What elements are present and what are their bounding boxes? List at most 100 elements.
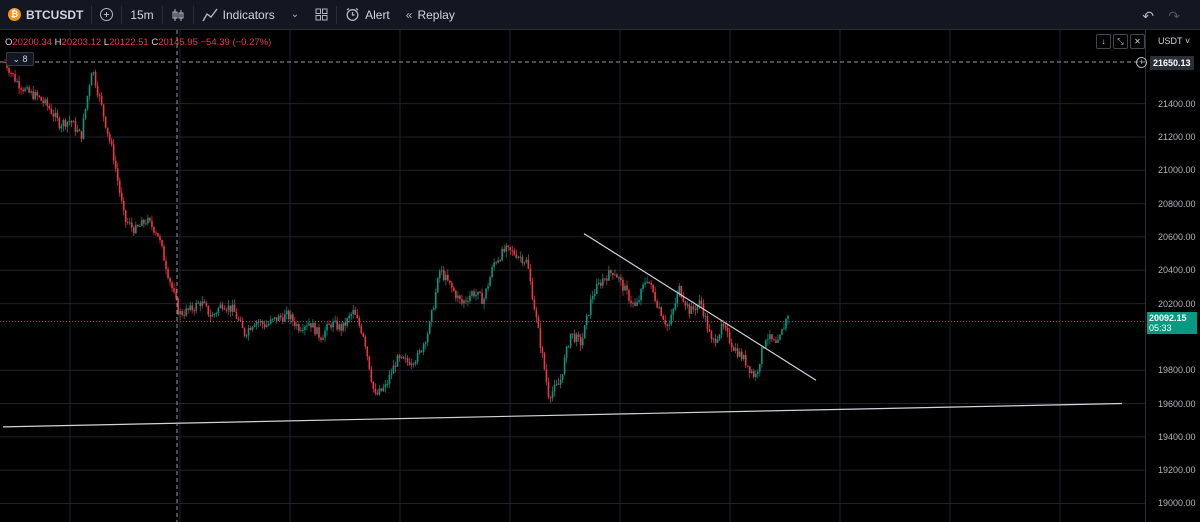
candle-body xyxy=(102,104,105,117)
candle-body xyxy=(344,322,346,326)
candle-body xyxy=(24,88,26,92)
alert-button[interactable]: Alert xyxy=(337,0,398,30)
undo-icon[interactable]: ↶ xyxy=(1142,8,1154,25)
candle-body xyxy=(606,278,608,281)
candle-body xyxy=(575,334,578,342)
candle-body xyxy=(348,315,350,319)
add-circle-icon xyxy=(100,8,114,21)
candle-body xyxy=(151,220,153,228)
compress-icon[interactable]: ⤡ xyxy=(1113,34,1128,49)
candle-body xyxy=(767,339,769,341)
candle-body xyxy=(646,281,648,283)
candle-body xyxy=(90,73,93,86)
interval-label: 15m xyxy=(130,7,154,22)
candle-body xyxy=(754,373,757,377)
candle-body xyxy=(277,315,280,321)
candle-body xyxy=(179,310,181,315)
candle-body xyxy=(420,350,423,352)
candle-body xyxy=(455,290,457,299)
candle-body xyxy=(96,85,99,96)
candle-body xyxy=(636,302,638,306)
interval-button[interactable]: 15m xyxy=(122,0,161,30)
indicators-button[interactable]: Indicators xyxy=(194,0,283,30)
layout-button[interactable] xyxy=(307,0,336,30)
price-chart[interactable] xyxy=(0,30,1145,522)
candle-body xyxy=(34,92,36,100)
candle-body xyxy=(515,254,518,258)
candle-body xyxy=(771,334,773,340)
candle-body xyxy=(193,310,196,312)
chart-type-button[interactable] xyxy=(163,0,193,30)
candle-body xyxy=(205,303,208,306)
candle-body xyxy=(56,112,59,119)
candle-body xyxy=(567,346,570,348)
candle-body xyxy=(628,290,630,301)
candle-body xyxy=(521,256,524,264)
candle-body xyxy=(545,369,548,382)
candle-body xyxy=(364,336,367,347)
currency-unit[interactable]: USDT ˅ xyxy=(1158,36,1190,46)
candle-body xyxy=(370,369,373,382)
templates-dropdown[interactable]: ⌄ xyxy=(283,0,307,30)
candle-body xyxy=(231,304,234,312)
candle-body xyxy=(688,304,691,314)
plus-icon[interactable]: + xyxy=(1136,57,1147,68)
candle-body xyxy=(612,272,614,276)
candle-body xyxy=(104,116,107,128)
chevron-down-icon: ⌄ xyxy=(290,9,300,20)
candle-body xyxy=(185,308,187,316)
candle-body xyxy=(92,72,95,74)
candle-body xyxy=(330,324,332,328)
symbol-search[interactable]: ₿ BTCUSDT xyxy=(0,0,91,30)
candle-body xyxy=(638,300,640,303)
candle-body xyxy=(316,327,318,335)
candle-body xyxy=(537,317,540,329)
candle-body xyxy=(714,338,717,343)
candle-body xyxy=(233,304,236,312)
candle-body xyxy=(197,302,200,304)
candle-body xyxy=(610,270,612,273)
candle-body xyxy=(145,223,147,225)
candle-body xyxy=(557,383,560,385)
candle-body xyxy=(207,305,210,315)
candle-body xyxy=(428,321,431,334)
candle-body xyxy=(368,356,371,370)
candle-body xyxy=(177,298,179,315)
candle-body xyxy=(644,282,646,285)
candle-body xyxy=(306,325,308,327)
replay-button[interactable]: « Replay xyxy=(398,0,463,30)
candle-body xyxy=(386,383,389,385)
candle-body xyxy=(469,295,471,301)
candle-body xyxy=(602,278,604,286)
candle-body xyxy=(769,334,771,340)
candle-body xyxy=(215,313,218,315)
candle-body xyxy=(642,284,644,290)
candle-body xyxy=(650,283,652,285)
candle-body xyxy=(656,301,658,308)
candle-body xyxy=(443,270,445,281)
download-icon[interactable]: ↓ xyxy=(1096,34,1111,49)
redo-icon[interactable]: ↷ xyxy=(1168,8,1180,25)
candle-body xyxy=(471,291,473,296)
candle-body xyxy=(267,323,270,326)
candle-body xyxy=(189,305,191,310)
candle-body xyxy=(372,381,375,389)
candle-body xyxy=(163,246,165,261)
candle-body xyxy=(624,285,626,291)
candle-body xyxy=(467,300,469,302)
compare-button[interactable] xyxy=(92,0,121,30)
close-icon[interactable]: ✕ xyxy=(1130,34,1145,49)
candle-body xyxy=(141,219,143,226)
candle-body xyxy=(561,374,564,380)
candle-body xyxy=(253,324,256,327)
indicators-collapse-button[interactable]: ⌄ 8 xyxy=(6,52,34,66)
candle-body xyxy=(116,168,119,181)
candle-body xyxy=(710,331,713,340)
candle-body xyxy=(46,99,49,106)
bitcoin-icon: ₿ xyxy=(8,8,21,21)
candle-body xyxy=(314,322,316,335)
candle-body xyxy=(618,277,620,279)
candle-body xyxy=(692,306,695,310)
candle-body xyxy=(734,348,737,351)
candle-body xyxy=(94,72,97,86)
